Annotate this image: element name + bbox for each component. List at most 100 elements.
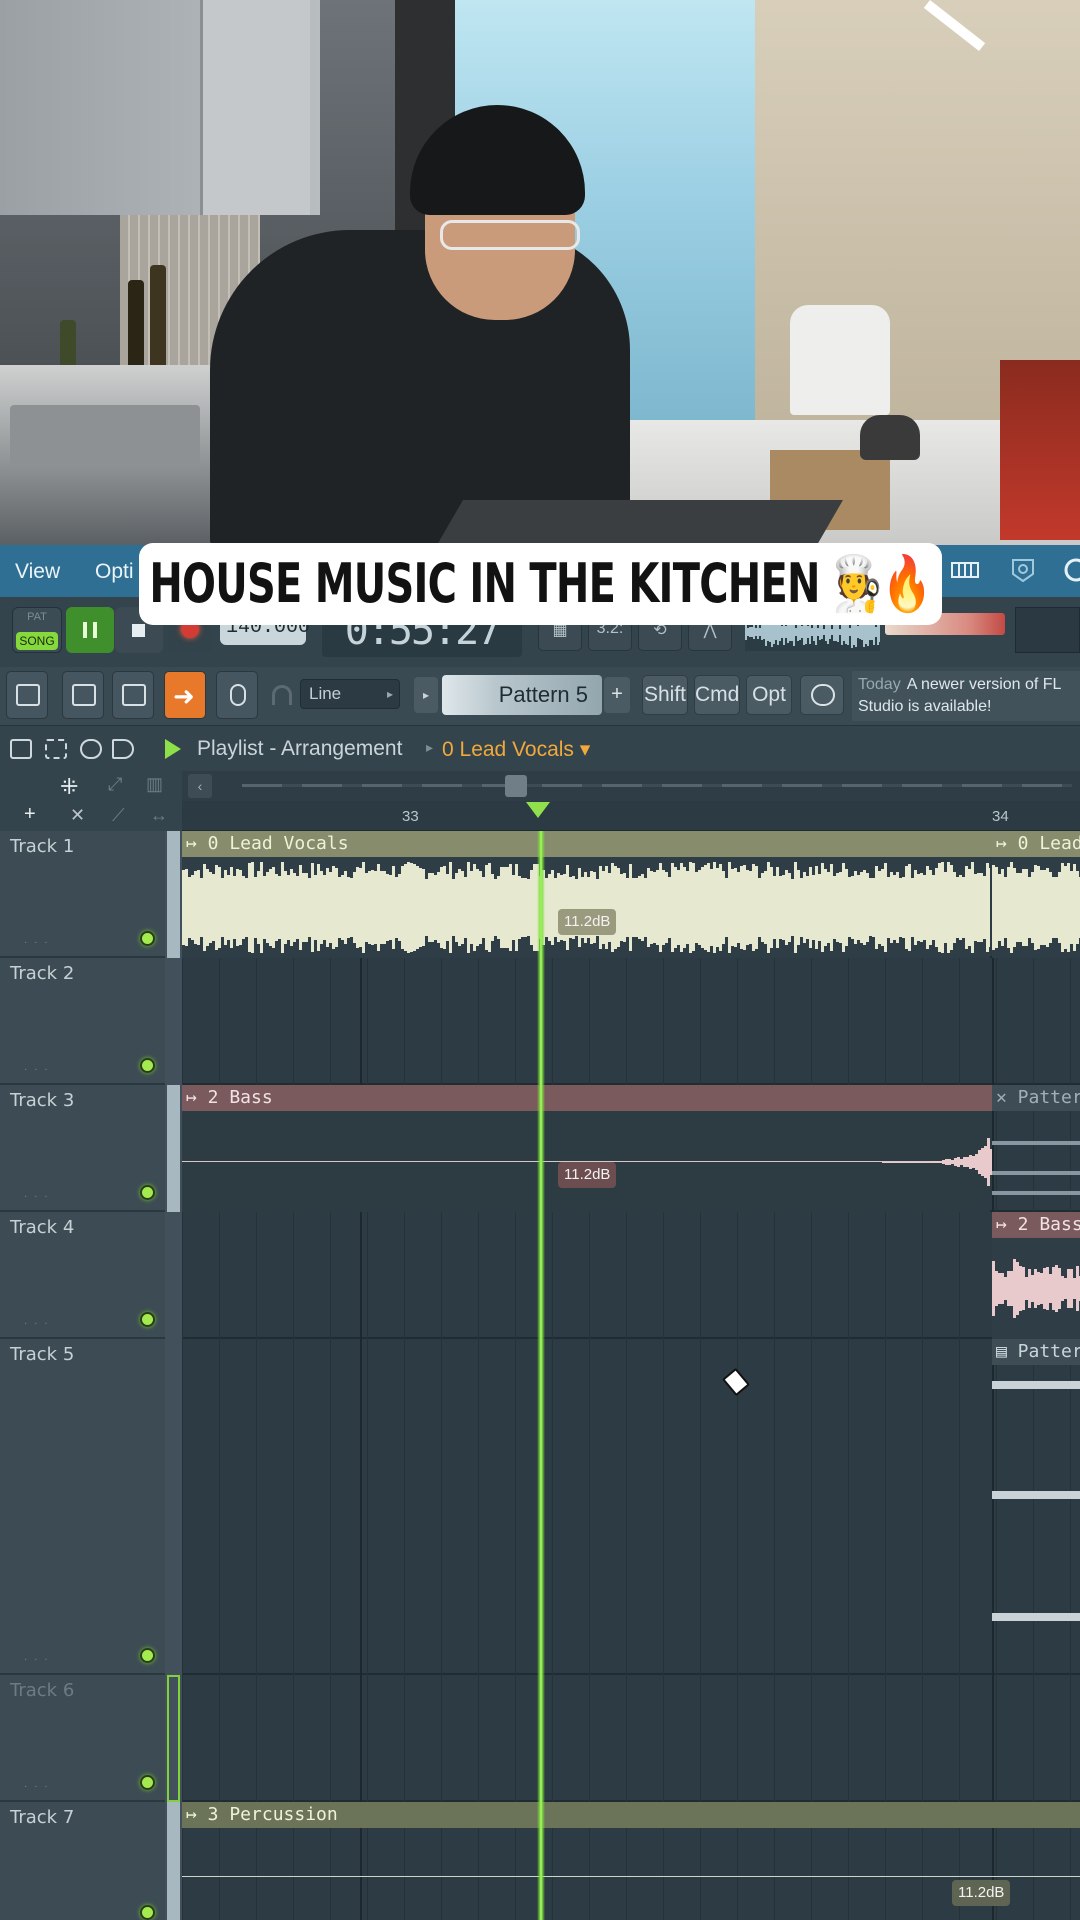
arrow-right-icon: ➜ [173,681,195,711]
hint-bar[interactable]: Today A newer version of FL Studio is ava… [852,671,1080,721]
playlist-tools: ⁜ ⤢ ▥ + ✕ ⟋ ↔ [0,771,182,831]
clip-bass-t4-waveform[interactable] [992,1238,1080,1339]
song-label: SONG [16,632,58,650]
track-mute-led[interactable] [140,1648,155,1663]
track-name: Track 2 [10,963,75,984]
pause-icon [83,622,97,638]
track-name: Track 3 [10,1090,75,1111]
delete-icon[interactable]: ✕ [70,805,85,826]
clip-pattern-t3[interactable]: ✕ Pattern [992,1085,1080,1111]
channel-rack-button[interactable]: ➜ [164,671,206,719]
add-track-icon[interactable]: + [24,803,36,826]
menu-options[interactable]: Opti [95,560,134,584]
pat-song-toggle[interactable]: PAT SONG [12,607,62,653]
mouse-cursor-icon [722,1367,750,1397]
automation-icon[interactable]: ⤢ [108,774,122,795]
menu-view[interactable]: View [15,560,60,584]
track-header[interactable]: Track 4 · · · [0,1212,165,1339]
track-grip-column [165,831,182,1920]
playlist-pattern-select[interactable]: 0 Lead Vocals ▾ [442,737,590,762]
view-toolbar: ➜ Line ▸ ▸ Pattern 5 + Shift Cmd Opt Toda… [0,667,1080,725]
shift-button[interactable]: Shift [642,675,688,715]
track-mute-led[interactable] [140,1775,155,1790]
microphone-icon [230,684,246,706]
laptop [437,500,843,545]
curve-icon[interactable]: ⟋ [112,805,125,826]
cpu-meter [1015,607,1080,653]
browser-icon[interactable] [1062,557,1080,583]
stop-icon [132,624,145,637]
playhead[interactable] [537,831,545,1920]
pattern-selector[interactable]: Pattern 5 [442,675,602,715]
playlist-grid[interactable]: ↦ 0 Lead Vocals ↦ 0 Lead ↦ 2 Bass ✕ Patt… [182,831,1080,1920]
overview-thumb[interactable] [505,775,527,797]
pat-label: PAT [27,611,47,623]
track-name: Track 7 [10,1807,75,1828]
clip-bass[interactable]: ↦ 2 Bass [182,1085,992,1111]
caption-text: HOUSE MUSIC IN THE KITCHEN 🧑‍🍳🔥 [149,552,932,615]
piano-icon[interactable] [950,557,980,583]
playlist-icon [16,684,40,706]
clip-lead-vocals-next-waveform[interactable] [992,857,1080,958]
track-header[interactable]: Track 6 · · · [0,1675,165,1802]
track-header[interactable]: Track 2 · · · [0,958,165,1085]
mixer-button[interactable] [112,671,154,719]
track-mute-led[interactable] [140,1905,155,1920]
playlist-title: Playlist - Arrangement [197,737,403,760]
pattern-prev-button[interactable]: ▸ [414,677,438,713]
opt-button[interactable]: Opt [746,675,792,715]
selected-track-indicator [167,1675,180,1802]
cmd-button[interactable]: Cmd [694,675,740,715]
track-header[interactable]: Track 5 · · · [0,1339,165,1675]
clip-volume-tag: 11.2dB [952,1880,1011,1906]
clip-bass-t4[interactable]: ↦ 2 Bass [992,1212,1080,1238]
clip-volume-tag: 11.2dB [558,909,617,935]
timeline-ruler[interactable]: 33 34 [182,801,1080,831]
clip-lead-vocals[interactable]: ↦ 0 Lead Vocals [182,831,992,857]
hint-button[interactable] [800,675,844,715]
draw-tool-icon[interactable] [10,739,32,759]
clip-lead-vocals-next[interactable]: ↦ 0 Lead [992,831,1080,857]
pause-button[interactable] [66,607,114,653]
track-header[interactable]: Track 7 [0,1802,165,1920]
track-mute-led[interactable] [140,1058,155,1073]
select-tool-icon[interactable] [45,739,67,759]
track-header[interactable]: Track 3 · · · [0,1085,165,1212]
chevron-right-icon: ▸ [386,687,393,701]
play-icon[interactable] [165,739,181,759]
clip-pattern-t5[interactable]: ▤ Pattern [992,1339,1080,1365]
waveform-icon[interactable]: ⁜ [60,774,78,800]
track-headers: Track 1 · · · Track 2 · · · Track 3 · · … [0,831,182,1920]
track-mute-led[interactable] [140,1312,155,1327]
zoom-icon[interactable] [80,739,102,759]
playlist-header: Playlist - Arrangement ▸ 0 Lead Vocals ▾ [0,725,1080,771]
bass-transient-waveform [882,1121,992,1203]
sink [10,405,200,465]
track-mute-led[interactable] [140,1185,155,1200]
plugin-icon[interactable] [1008,557,1038,583]
playlist-overview[interactable]: ‹ [182,771,1080,801]
resize-icon[interactable]: ↔ [150,805,168,826]
track-name: Track 1 [10,836,75,857]
scroll-left-button[interactable]: ‹ [188,774,212,798]
producer-person [190,80,650,545]
track-header[interactable]: Track 1 · · · [0,831,165,958]
hint-today: Today [858,676,901,693]
clip-percussion[interactable]: ↦ 3 Percussion [182,1802,1080,1828]
video-frame [0,0,1080,545]
track-name: Track 5 [10,1344,75,1365]
playlist-button[interactable] [6,671,48,719]
add-pattern-button[interactable]: + [604,677,630,713]
recording-button[interactable] [216,671,258,719]
clip-volume-tag: 11.2dB [558,1162,617,1188]
playhead-marker-icon[interactable] [526,802,550,818]
snap-select[interactable]: Line ▸ [300,679,400,709]
piano-roll-button[interactable] [62,671,104,719]
piano-icon-small[interactable]: ▥ [146,774,163,795]
piano-roll-icon [72,684,96,706]
speech-bubble-icon [811,684,835,706]
track-mute-led[interactable] [140,931,155,946]
clip-lead-vocals-waveform[interactable] [182,857,990,958]
speaker-icon[interactable] [112,739,134,759]
mixer-icon [122,684,146,706]
